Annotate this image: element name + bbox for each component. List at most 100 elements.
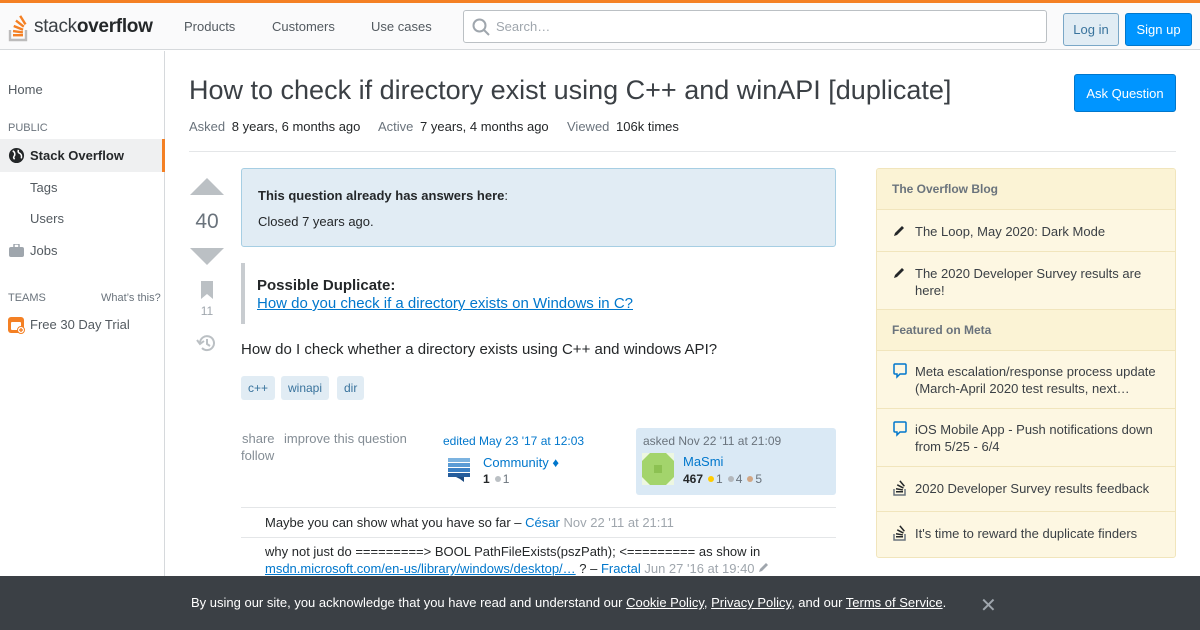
gold-badge-icon — [708, 476, 715, 483]
nav-products[interactable]: Products — [184, 19, 235, 34]
nav-tags[interactable]: Tags — [30, 180, 57, 195]
upvote-arrow-icon[interactable] — [190, 178, 224, 195]
duplicate-notice: This question already has answers here: … — [241, 168, 836, 247]
possible-duplicate-quote: Possible Duplicate: How do you check if … — [241, 263, 836, 324]
improve-question-link[interactable]: improve this question — [284, 431, 407, 446]
chat-bubble-icon — [893, 421, 907, 440]
active-value[interactable]: 7 years, 4 months ago — [420, 119, 549, 134]
tag-cpp[interactable]: c++ — [241, 376, 276, 400]
comments-section: Maybe you can show what you have so far … — [241, 507, 836, 576]
blog-item[interactable]: The Loop, May 2020: Dark Mode — [877, 210, 1175, 252]
vote-count: 40 — [195, 210, 219, 233]
cookie-policy-link[interactable]: Cookie Policy — [626, 595, 704, 610]
silver-badge-icon — [494, 476, 501, 483]
bronze-badge-icon — [747, 476, 754, 483]
duplicate-link[interactable]: How do you check if a directory exists o… — [257, 295, 633, 312]
briefcase-icon — [9, 243, 24, 260]
comment: why not just do =========> BOOL PathFile… — [265, 543, 825, 577]
comment-user[interactable]: Fractal — [601, 561, 641, 576]
nav-stack-overflow-label: Stack Overflow — [30, 148, 124, 163]
duplicate-notice-title: This question already has answers here: — [258, 188, 508, 203]
share-link[interactable]: share — [242, 431, 275, 446]
comment-user[interactable]: César — [525, 515, 560, 530]
search-icon — [472, 18, 490, 36]
chat-bubble-icon — [893, 363, 907, 382]
blog-item[interactable]: The 2020 Developer Survey results are he… — [877, 252, 1175, 310]
bookmark-icon[interactable] — [200, 281, 214, 302]
editor-info: edited May 23 '17 at 12:03 — [443, 433, 623, 448]
meta-item[interactable]: It's time to reward the duplicate finder… — [877, 512, 1175, 557]
editor-name[interactable]: Community ♦ — [483, 455, 559, 470]
bookmark-count: 11 — [200, 304, 214, 318]
comment-date[interactable]: Nov 22 '11 at 21:11 — [563, 515, 673, 530]
active-label: Active — [378, 119, 414, 134]
possible-duplicate-heading: Possible Duplicate: — [257, 277, 396, 294]
owner-avatar[interactable] — [642, 453, 674, 485]
terms-of-service-link[interactable]: Terms of Service — [846, 595, 943, 610]
comment-msdn-link[interactable]: msdn.microsoft.com/en-us/library/windows… — [265, 561, 576, 576]
owner-card: asked Nov 22 '11 at 21:09 MaSmi 467 1 4 5 — [636, 428, 836, 495]
login-button[interactable]: Log in — [1063, 13, 1119, 46]
stack-logo-icon — [893, 525, 907, 544]
active-meta: Active 7 years, 4 months ago — [378, 119, 549, 134]
meta-item[interactable]: 2020 Developer Survey results feedback — [877, 467, 1175, 512]
meta-item[interactable]: iOS Mobile App - Push notifications down… — [877, 409, 1175, 467]
logo-wordmark: stackoverflow — [34, 16, 153, 37]
privacy-policy-link[interactable]: Privacy Policy — [711, 595, 791, 610]
comment-divider — [241, 537, 836, 538]
follow-link[interactable]: follow — [241, 448, 274, 463]
asked-time: asked Nov 22 '11 at 21:09 — [643, 434, 782, 448]
editor-reputation: 11 — [483, 472, 510, 486]
left-sidebar: Home PUBLIC Stack Overflow Tags Users Jo… — [0, 51, 165, 630]
owner-name[interactable]: MaSmi — [683, 454, 723, 469]
closed-text: Closed 7 years ago. — [258, 214, 374, 229]
tag-winapi[interactable]: winapi — [281, 376, 330, 400]
asked-label: Asked — [189, 119, 226, 134]
meta-item[interactable]: Meta escalation/response process update … — [877, 351, 1175, 409]
viewed-value: 106k times — [616, 119, 679, 134]
nav-use-cases[interactable]: Use cases — [371, 19, 432, 34]
stackoverflow-logo-icon — [8, 12, 30, 42]
nav-users[interactable]: Users — [30, 211, 64, 226]
downvote-arrow-icon[interactable] — [190, 248, 224, 265]
teams-section-label: TEAMS — [8, 292, 46, 304]
question-body: How do I check whether a directory exist… — [241, 341, 718, 358]
moderator-diamond-icon: ♦ — [552, 455, 560, 470]
signup-button[interactable]: Sign up — [1125, 13, 1192, 46]
viewed-label: Viewed — [567, 119, 610, 134]
history-icon[interactable] — [196, 333, 217, 356]
edited-time-link[interactable]: edited May 23 '17 at 12:03 — [443, 434, 584, 448]
silver-badge-icon — [727, 476, 734, 483]
question-title[interactable]: How to check if directory exist using C+… — [189, 75, 951, 106]
top-bar: stackoverflow Products Customers Use cas… — [0, 0, 1200, 50]
nav-customers[interactable]: Customers — [272, 19, 335, 34]
whats-this-link[interactable]: What’s this? — [101, 292, 161, 304]
pencil-icon — [893, 224, 906, 240]
free-trial-link[interactable]: Free 30 Day Trial — [30, 317, 130, 332]
ask-question-button[interactable]: Ask Question — [1074, 74, 1176, 112]
asked-value: 8 years, 6 months ago — [231, 119, 361, 134]
community-avatar[interactable] — [448, 456, 470, 484]
tag-dir[interactable]: dir — [337, 376, 365, 400]
close-icon[interactable]: ✕ — [980, 593, 997, 618]
teams-briefcase-icon — [8, 317, 25, 337]
comment-date[interactable]: Jun 27 '16 at 19:40 — [644, 561, 754, 576]
blog-header: The Overflow Blog — [877, 169, 1175, 210]
nav-home[interactable]: Home — [8, 82, 43, 97]
stack-logo-icon — [893, 480, 907, 499]
cookie-banner: By using our site, you acknowledge that … — [0, 576, 1200, 630]
header-divider — [189, 151, 1176, 152]
stackoverflow-logo[interactable]: stackoverflow — [8, 11, 153, 43]
cookie-text: By using our site, you acknowledge that … — [191, 595, 947, 610]
viewed-meta: Viewed 106k times — [567, 119, 679, 134]
search-input[interactable] — [496, 11, 1036, 42]
asked-meta: Asked 8 years, 6 months ago — [189, 119, 360, 134]
search-box[interactable] — [463, 10, 1047, 43]
globe-icon — [8, 147, 25, 167]
comment: Maybe you can show what you have so far … — [265, 515, 674, 530]
right-sidebar: The Overflow Blog The Loop, May 2020: Da… — [876, 168, 1176, 558]
pencil-icon[interactable] — [758, 561, 770, 576]
public-section-label: PUBLIC — [8, 122, 48, 134]
meta-header: Featured on Meta — [877, 310, 1175, 351]
nav-jobs[interactable]: Jobs — [30, 243, 57, 258]
